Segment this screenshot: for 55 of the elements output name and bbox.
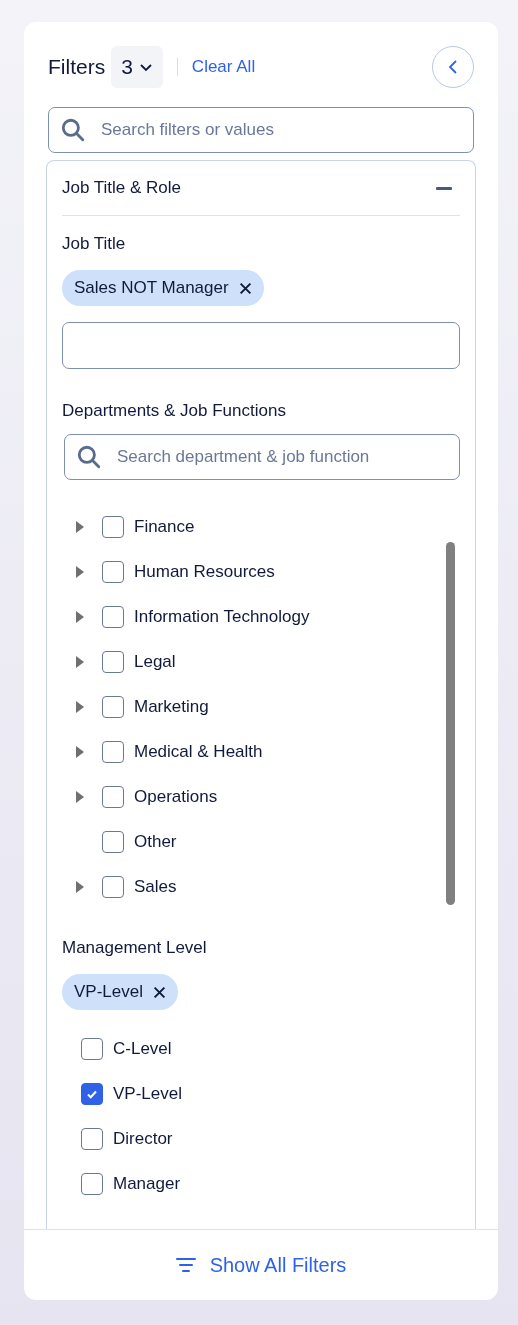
expand-icon[interactable] <box>74 520 84 533</box>
option-label: Manager <box>113 1173 181 1194</box>
checkbox[interactable] <box>102 605 124 628</box>
checkbox[interactable] <box>102 560 124 583</box>
checkbox[interactable] <box>102 740 124 763</box>
scrollbar[interactable] <box>446 542 455 905</box>
search-field[interactable]: Search department & job function <box>64 434 460 480</box>
filter-count-dropdown[interactable]: 3 <box>111 46 163 88</box>
expand-icon[interactable] <box>74 745 84 758</box>
checkbox[interactable] <box>102 695 124 718</box>
show-all-filters-button[interactable]: Show All Filters <box>169 1252 353 1278</box>
option-label: Information Technology <box>134 606 310 627</box>
field-label: Departments & Job Functions <box>62 401 287 421</box>
field-label: Job Title <box>62 234 127 254</box>
checkbox[interactable] <box>81 1127 103 1150</box>
option-label: Operations <box>134 786 218 807</box>
option-label: Medical & Health <box>134 741 263 762</box>
expand-icon[interactable] <box>74 790 84 803</box>
clear-all-link[interactable]: Clear All <box>191 57 256 77</box>
checkbox[interactable] <box>102 875 124 898</box>
checkbox[interactable] <box>102 830 124 853</box>
remove-icon[interactable] <box>153 985 166 999</box>
checkbox[interactable] <box>102 650 124 673</box>
checkbox[interactable] <box>102 785 124 808</box>
search-icon <box>76 444 102 470</box>
option-label: VP-Level <box>113 1083 182 1104</box>
option-label: Marketing <box>134 696 209 717</box>
expand-icon[interactable] <box>74 880 84 893</box>
checkbox[interactable] <box>102 515 124 538</box>
expand-icon[interactable] <box>74 565 84 578</box>
option-label: Legal <box>134 651 176 672</box>
checkbox[interactable] <box>81 1082 103 1105</box>
filter-chip: Sales NOT Manager <box>62 270 264 306</box>
option-label: C-Level <box>113 1038 172 1059</box>
option-label: Human Resources <box>134 561 275 582</box>
checkbox[interactable] <box>81 1037 103 1060</box>
chevron-down-icon <box>138 62 153 72</box>
expand-icon[interactable] <box>74 610 84 623</box>
expand-icon[interactable] <box>74 655 84 668</box>
option-label: Finance <box>134 516 195 537</box>
option-label: Other <box>134 831 177 852</box>
input-field[interactable] <box>62 322 460 369</box>
option-label: Sales <box>134 876 177 897</box>
option-label: Director <box>113 1128 173 1149</box>
filter-chip: VP-Level <box>62 974 178 1010</box>
field-label: Management Level <box>62 938 208 958</box>
chevron-left-icon <box>448 59 458 75</box>
expand-icon[interactable] <box>74 700 84 713</box>
panel-title: Filters <box>48 55 106 79</box>
search-icon <box>60 117 86 143</box>
remove-icon[interactable] <box>238 281 252 295</box>
filter-icon <box>175 1257 196 1273</box>
section-title: Job Title & Role <box>62 178 182 198</box>
search-field[interactable]: Search filters or values <box>48 107 474 153</box>
checkbox[interactable] <box>81 1172 103 1195</box>
